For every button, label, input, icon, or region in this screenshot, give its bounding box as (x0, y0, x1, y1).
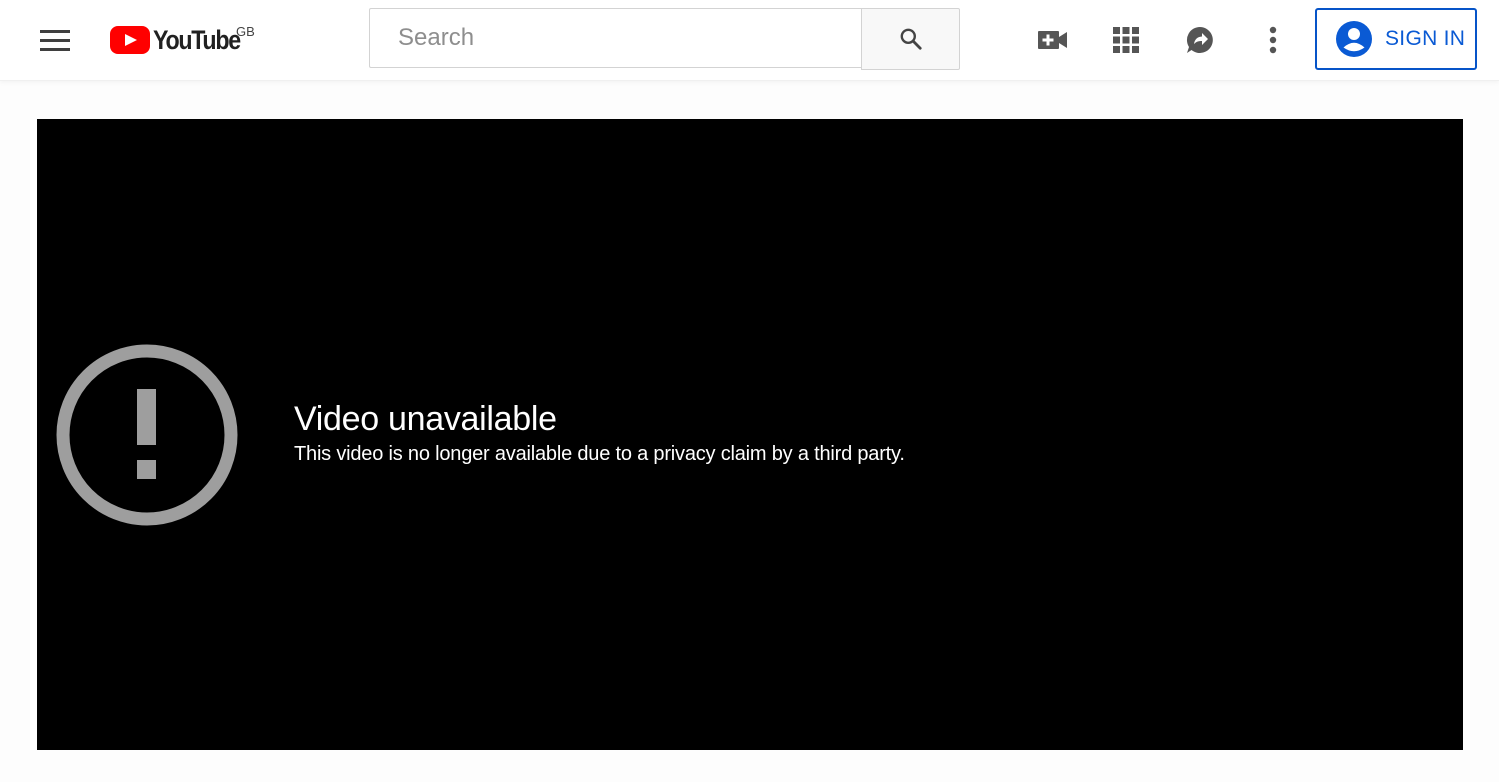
apps-button[interactable] (1106, 20, 1146, 60)
hamburger-menu-icon[interactable] (36, 24, 74, 56)
account-circle-icon (1336, 21, 1372, 57)
sign-in-button[interactable]: SIGN IN (1315, 8, 1477, 70)
error-message: Video unavailable This video is no longe… (294, 399, 905, 467)
youtube-play-logo-icon (110, 26, 150, 54)
error-subtitle: This video is no longer available due to… (294, 443, 905, 465)
masthead: YouTube GB Search SIGN IN (0, 0, 1499, 81)
more-vert-icon (1269, 26, 1277, 54)
messages-button[interactable] (1180, 20, 1220, 60)
video-camera-plus-icon (1038, 31, 1067, 49)
search-box[interactable] (369, 8, 861, 68)
create-video-button[interactable] (1033, 20, 1073, 60)
search-input[interactable] (370, 9, 861, 67)
youtube-logo[interactable]: YouTube (110, 22, 254, 58)
error-title: Video unavailable (294, 400, 557, 438)
share-chat-icon (1186, 26, 1213, 53)
search-button[interactable] (861, 8, 960, 70)
sign-in-label: SIGN IN (1385, 27, 1466, 50)
alert-circle-icon (56, 344, 238, 526)
settings-button[interactable] (1253, 20, 1293, 60)
video-player[interactable]: Video unavailable This video is no longe… (37, 119, 1463, 750)
logo-text: YouTube (153, 24, 241, 55)
search-icon (900, 28, 922, 50)
logo-region-code: GB (236, 24, 255, 39)
apps-grid-icon (1113, 27, 1139, 53)
